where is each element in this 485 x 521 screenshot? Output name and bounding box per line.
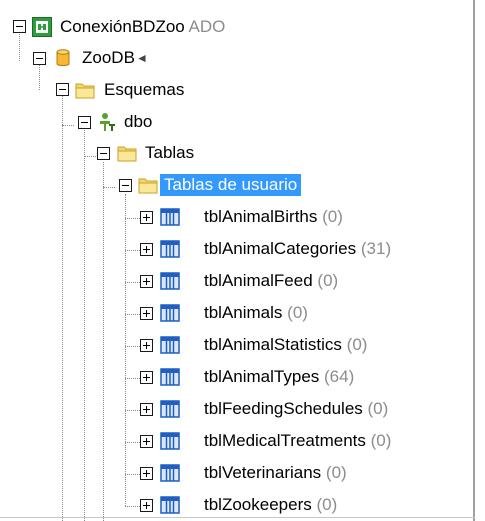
table-label: tblAnimals (0) <box>200 303 312 323</box>
collapse-toggle[interactable] <box>97 147 110 160</box>
tree-node-connection[interactable]: ConexiónBDZoo ADO <box>0 14 300 40</box>
table-label: tblAnimalFeed (0) <box>200 271 342 291</box>
table-name: tblAnimalCategories <box>204 239 357 258</box>
row-count: (31) <box>360 239 392 258</box>
schema-user-icon <box>100 113 115 131</box>
table-label: tblZookeepers (0) <box>200 495 341 515</box>
tree-node-schema-dbo[interactable]: dbo <box>0 109 300 135</box>
tree-node-user-tables-folder[interactable]: Tablas de usuario <box>0 172 380 198</box>
tree-node-schemas-folder[interactable]: Esquemas <box>0 77 300 103</box>
schema-label: dbo <box>124 112 153 131</box>
folder-icon <box>75 83 95 99</box>
table-name: tblAnimals <box>204 303 283 322</box>
user-tables-folder-label: Tablas de usuario <box>160 174 302 196</box>
table-node[interactable]: tblMedicalTreatments (0) <box>0 428 460 454</box>
table-node[interactable]: tblAnimalBirths (0) <box>0 204 460 230</box>
row-count: (0) <box>346 335 368 354</box>
table-node[interactable]: tblAnimalCategories (31) <box>0 236 460 262</box>
table-node[interactable]: tblAnimalFeed (0) <box>0 268 460 294</box>
row-count: (0) <box>367 399 389 418</box>
table-icon <box>160 336 180 354</box>
table-name: tblZookeepers <box>204 495 312 514</box>
connection-type-tag: ADO <box>188 17 226 36</box>
table-name: tblAnimalTypes <box>204 367 320 386</box>
expand-toggle[interactable] <box>140 435 153 448</box>
row-count: (0) <box>325 463 347 482</box>
expand-toggle[interactable] <box>140 371 153 384</box>
row-count: (0) <box>287 303 308 322</box>
expand-toggle[interactable] <box>140 243 153 256</box>
connection-icon <box>32 17 52 37</box>
collapse-toggle[interactable] <box>33 52 46 65</box>
table-label: tblAnimalTypes (64) <box>200 367 358 387</box>
table-label: tblVeterinarians (0) <box>200 463 351 483</box>
table-icon <box>160 208 180 226</box>
table-label: tblMedicalTreatments (0) <box>200 431 395 451</box>
database-explorer-tree: ConexiónBDZoo ADO ZooDB ◄ Esquemas dbo T… <box>0 0 475 521</box>
row-count: (0) <box>316 495 338 514</box>
table-icon <box>160 464 180 482</box>
tables-folder-label: Tablas <box>145 143 195 162</box>
tree-node-tables-folder[interactable]: Tablas <box>0 140 300 166</box>
row-count: (0) <box>317 271 339 290</box>
table-label: tblAnimalBirths (0) <box>200 207 347 227</box>
expand-toggle[interactable] <box>140 211 153 224</box>
expand-toggle[interactable] <box>140 467 153 480</box>
table-node[interactable]: tblAnimals (0) <box>0 300 460 326</box>
schemas-folder-label: Esquemas <box>104 80 185 99</box>
database-label: ZooDB <box>82 48 135 67</box>
database-icon <box>56 49 70 66</box>
row-count: (0) <box>322 207 343 226</box>
table-node[interactable]: tblVeterinarians (0) <box>0 460 460 486</box>
collapse-toggle[interactable] <box>119 179 132 192</box>
table-icon <box>160 304 180 322</box>
tree-node-database[interactable]: ZooDB ◄ <box>0 45 300 71</box>
folder-icon <box>138 178 158 194</box>
table-icon <box>160 240 180 258</box>
table-name: tblMedicalTreatments <box>204 431 366 450</box>
table-name: tblAnimalStatistics <box>204 335 342 354</box>
collapse-toggle[interactable] <box>56 83 69 96</box>
table-label: tblAnimalCategories (31) <box>200 239 395 259</box>
table-icon <box>160 272 180 290</box>
table-node[interactable]: tblAnimalStatistics (0) <box>0 332 460 358</box>
table-node[interactable]: tblFeedingSchedules (0) <box>0 396 460 422</box>
expand-toggle[interactable] <box>140 499 153 512</box>
expand-toggle[interactable] <box>140 307 153 320</box>
table-name: tblVeterinarians <box>204 463 322 482</box>
table-name: tblAnimalFeed <box>204 271 313 290</box>
table-label: tblFeedingSchedules (0) <box>200 399 392 419</box>
expand-toggle[interactable] <box>140 275 153 288</box>
panel-bottom-border <box>0 517 475 518</box>
connection-label: ConexiónBDZoo <box>60 17 185 36</box>
expand-toggle[interactable] <box>140 403 153 416</box>
table-node[interactable]: tblAnimalTypes (64) <box>0 364 460 390</box>
connection-label-wrap: ConexiónBDZoo ADO <box>56 17 229 37</box>
collapse-toggle[interactable] <box>13 20 26 33</box>
active-database-marker-icon: ◄ <box>136 51 148 65</box>
table-icon <box>160 368 180 386</box>
table-name: tblAnimalBirths <box>204 207 318 226</box>
table-name: tblFeedingSchedules <box>204 399 363 418</box>
collapse-toggle[interactable] <box>78 116 91 129</box>
row-count: (64) <box>324 367 355 386</box>
table-node[interactable]: tblZookeepers (0) <box>0 492 460 518</box>
table-icon <box>160 496 180 514</box>
folder-icon <box>117 146 137 162</box>
table-icon <box>160 400 180 418</box>
expand-toggle[interactable] <box>140 339 153 352</box>
row-count: (0) <box>370 431 392 450</box>
table-icon <box>160 432 180 450</box>
table-label: tblAnimalStatistics (0) <box>200 335 371 355</box>
